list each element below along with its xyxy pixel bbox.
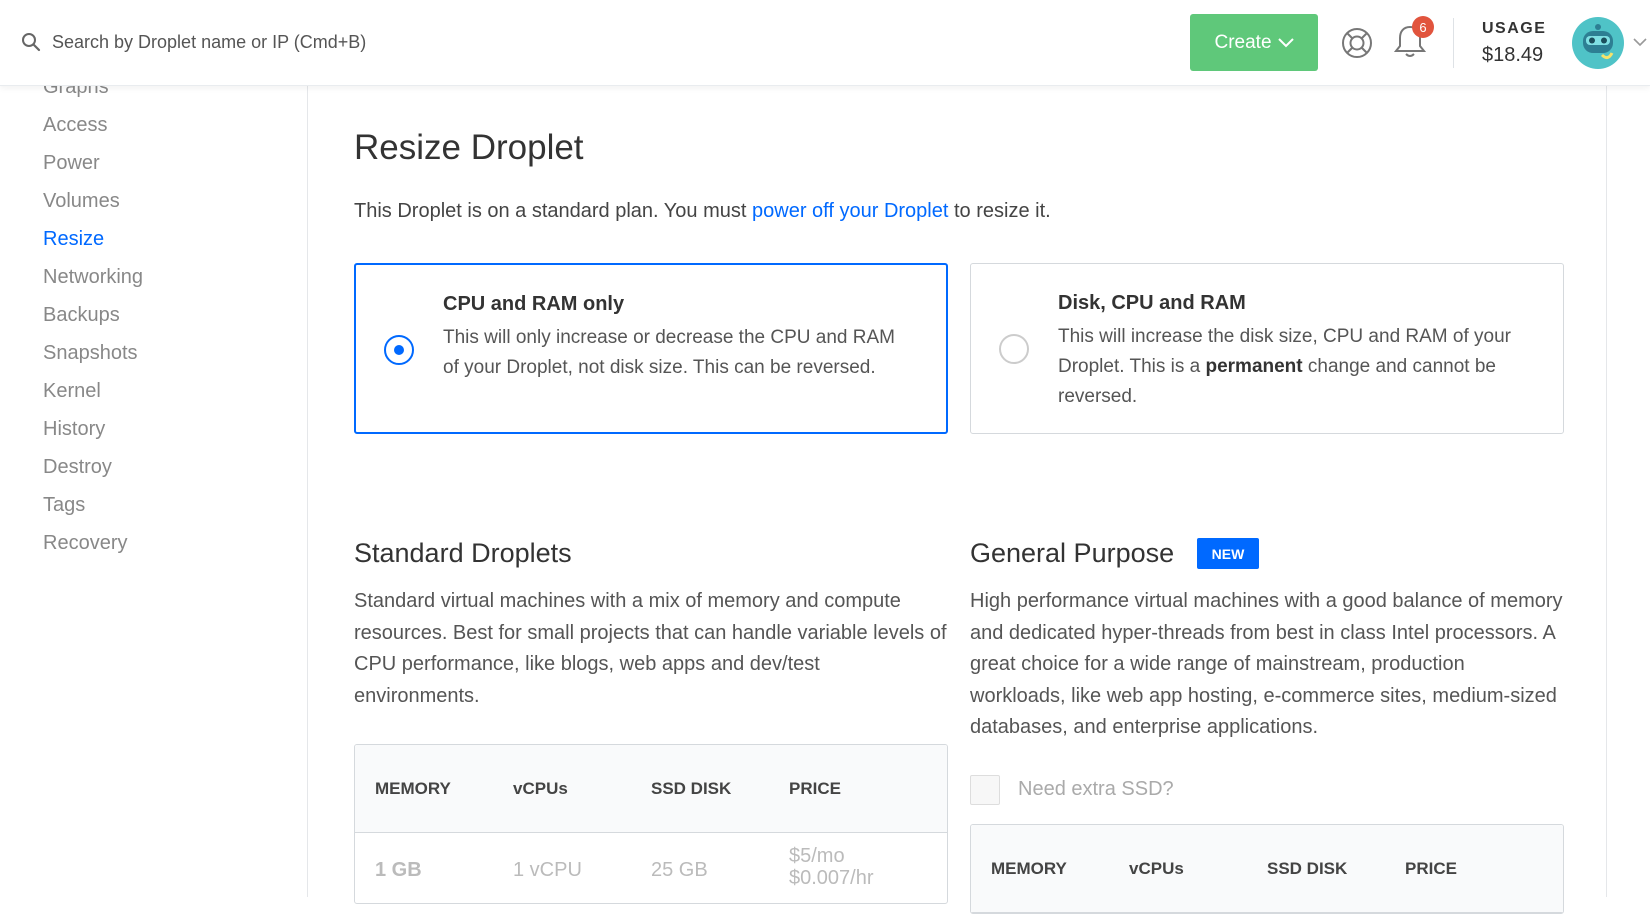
droplet-sidebar: Graphs Access Power Volumes Resize Netwo…: [0, 76, 308, 897]
usage-label: USAGE: [1482, 20, 1547, 37]
general-purpose-description: High performance virtual machines with a…: [970, 590, 1563, 738]
row-memory: 1 GB: [375, 859, 422, 881]
column-header-vcpus: vCPUs: [1129, 859, 1184, 878]
usage-value[interactable]: $18.49: [1482, 44, 1543, 67]
option-description: This will only increase or decrease the …: [443, 327, 895, 378]
notification-count-badge: 6: [1412, 16, 1434, 38]
page-title: Resize Droplet: [354, 128, 584, 167]
option-disk-cpu-ram[interactable]: Disk, CPU and RAM This will increase the…: [970, 263, 1564, 434]
search-input[interactable]: Search by Droplet name or IP (Cmd+B): [52, 32, 366, 53]
column-header-price: PRICE: [789, 779, 841, 798]
account-chevron-down-icon[interactable]: [1632, 36, 1648, 48]
radio-disk-cpu-ram[interactable]: [999, 334, 1029, 364]
extra-ssd-label[interactable]: Need extra SSD?: [1018, 778, 1174, 801]
help-lifebuoy-icon[interactable]: [1340, 26, 1374, 60]
table-row[interactable]: 1 GB 1 vCPU 25 GB $5/mo $0.007/hr: [355, 833, 947, 903]
row-price-monthly: $5/mo: [789, 845, 845, 867]
row-disk: 25 GB: [651, 859, 708, 881]
column-header-memory: MEMORY: [991, 859, 1067, 878]
sidebar-item-backups[interactable]: Backups: [43, 304, 120, 327]
resize-intro-text: This Droplet is on a standard plan. You …: [354, 200, 1051, 223]
option-title: CPU and RAM only: [443, 293, 625, 315]
option-cpu-ram-only[interactable]: CPU and RAM only This will only increase…: [354, 263, 948, 434]
chevron-down-icon: [1277, 37, 1294, 47]
table-header: MEMORY vCPUs SSD DISK PRICE: [355, 745, 947, 833]
column-header-ssd-disk: SSD DISK: [1267, 859, 1348, 878]
general-purpose-title: General Purpose: [970, 538, 1175, 568]
row-vcpus: 1 vCPU: [513, 859, 582, 881]
sidebar-item-history[interactable]: History: [43, 418, 105, 441]
create-button[interactable]: Create: [1190, 14, 1318, 71]
column-header-vcpus: vCPUs: [513, 779, 568, 798]
sidebar-item-volumes[interactable]: Volumes: [43, 190, 120, 213]
intro-text-before: This Droplet is on a standard plan. You …: [354, 200, 753, 222]
standard-droplets-title: Standard Droplets: [354, 538, 572, 568]
sidebar-item-tags[interactable]: Tags: [43, 494, 85, 517]
column-header-ssd-disk: SSD DISK: [651, 779, 732, 798]
user-avatar[interactable]: [1572, 17, 1624, 69]
sidebar-item-resize[interactable]: Resize: [43, 228, 104, 251]
search-icon: [22, 33, 41, 52]
radio-cpu-ram-only[interactable]: [384, 335, 414, 365]
topbar-divider: [1453, 18, 1454, 68]
general-purpose-plans-table: MEMORY vCPUs SSD DISK PRICE: [970, 824, 1564, 914]
option-title: Disk, CPU and RAM: [1058, 292, 1246, 314]
intro-text-after: to resize it.: [948, 200, 1051, 222]
sidebar-item-kernel[interactable]: Kernel: [43, 380, 101, 403]
sidebar-item-power[interactable]: Power: [43, 152, 100, 175]
table-header: MEMORY vCPUs SSD DISK PRICE: [971, 825, 1563, 913]
create-button-label: Create: [1214, 31, 1272, 53]
option-description: This will increase the disk size, CPU an…: [1058, 322, 1528, 412]
sidebar-item-recovery[interactable]: Recovery: [43, 532, 127, 555]
sidebar-item-access[interactable]: Access: [43, 114, 107, 137]
column-header-memory: MEMORY: [375, 779, 451, 798]
search-bar[interactable]: Search by Droplet name or IP (Cmd+B): [20, 26, 366, 58]
sidebar-item-destroy[interactable]: Destroy: [43, 456, 112, 479]
standard-droplets-description: Standard virtual machines with a mix of …: [354, 590, 947, 707]
content-right-border: [1606, 86, 1607, 897]
new-badge: NEW: [1197, 538, 1259, 569]
column-header-price: PRICE: [1405, 859, 1457, 878]
sidebar-item-snapshots[interactable]: Snapshots: [43, 342, 138, 365]
standard-plans-table: MEMORY vCPUs SSD DISK PRICE 1 GB 1 vCPU …: [354, 744, 948, 904]
option-desc-bold: permanent: [1205, 356, 1303, 377]
row-price-hourly: $0.007/hr: [789, 867, 874, 889]
power-off-link[interactable]: power off your Droplet: [752, 200, 948, 222]
extra-ssd-checkbox[interactable]: [970, 775, 1000, 805]
notifications-button[interactable]: 6: [1392, 16, 1434, 62]
top-bar: Search by Droplet name or IP (Cmd+B) Cre…: [0, 0, 1650, 86]
sidebar-item-networking[interactable]: Networking: [43, 266, 143, 289]
